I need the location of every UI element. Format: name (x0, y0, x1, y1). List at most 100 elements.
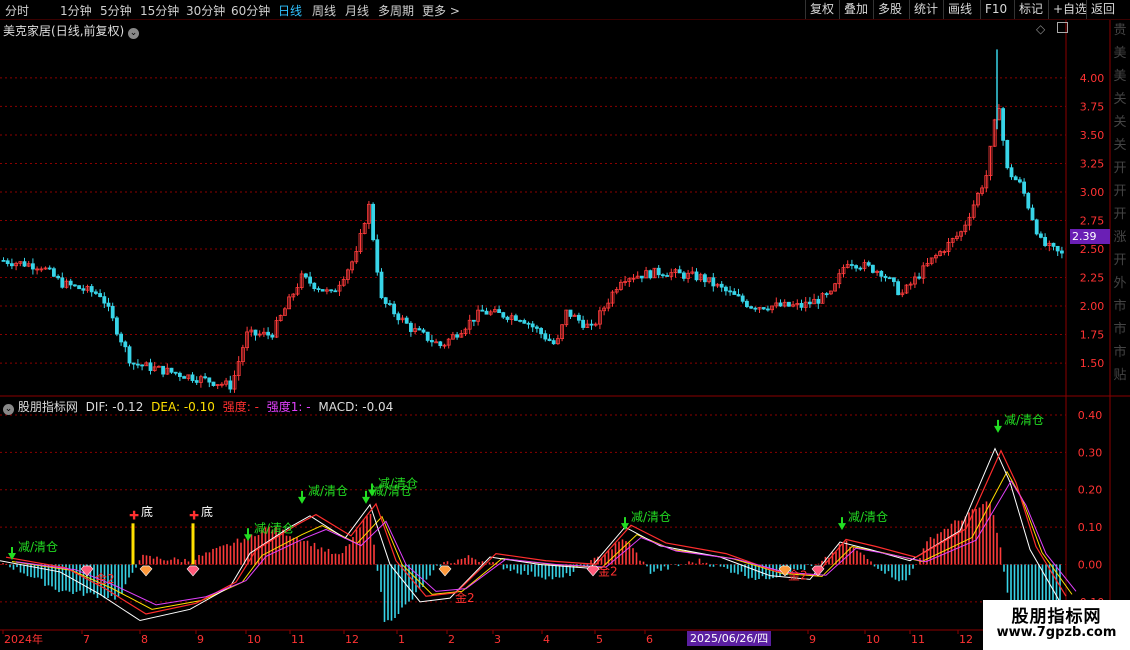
period-tab-multi[interactable]: 多周期 (378, 2, 414, 19)
chevron-down-icon[interactable]: ⌄ (3, 404, 14, 415)
candle (501, 312, 506, 318)
candle (194, 380, 199, 383)
gold-signal-label: 金2 (788, 567, 808, 582)
candle (858, 267, 863, 270)
candle (766, 308, 770, 311)
candle (434, 341, 439, 344)
candle (1009, 167, 1014, 178)
kline-chart[interactable]: 4.00 3.75 3.50 3.25 3.00 2.75 2.50 2.25 2.00 1.75… (0, 0, 1130, 650)
add-watchlist-button[interactable]: +自选 (1048, 0, 1091, 19)
candle (1039, 233, 1043, 238)
sell-signal-label: 减/清仓 (18, 540, 58, 554)
period-tab-30min[interactable]: 30分钟 (186, 2, 225, 19)
candle (535, 326, 539, 329)
candle (123, 341, 128, 348)
candle (728, 290, 732, 293)
candle (169, 367, 174, 373)
back-button[interactable]: 返回 (1086, 0, 1119, 19)
candle (732, 291, 737, 295)
period-tab-15min[interactable]: 15分钟 (140, 2, 179, 19)
candle (9, 263, 14, 267)
right-strip-glyph: 美 (1113, 69, 1126, 84)
period-tab-weekly[interactable]: 周线 (312, 2, 336, 19)
candle (787, 301, 791, 307)
chevron-down-icon[interactable]: ⌄ (128, 28, 140, 39)
time-tick-label: 12 (959, 633, 973, 646)
indicator-name: 股朋指标网 (17, 400, 78, 414)
period-tab-1min[interactable]: 1分钟 (60, 2, 92, 19)
candle (879, 270, 884, 277)
period-tab-60min[interactable]: 60分钟 (231, 2, 270, 19)
right-strip-glyph: 关 (1113, 138, 1126, 153)
candle (127, 346, 132, 364)
gold-signal-label: 金2 (455, 590, 475, 605)
period-tab-daily[interactable]: 日线 (278, 2, 302, 19)
candle (799, 303, 804, 308)
candle (577, 314, 581, 321)
price-tick-label: 4.00 (1080, 72, 1105, 85)
time-tick-label: 1 (398, 633, 405, 646)
dif-line (0, 447, 1061, 622)
diamond-icon[interactable]: ◇ (1036, 22, 1045, 36)
time-tick-label: 11 (291, 633, 305, 646)
candle (404, 317, 409, 324)
time-tick-label: 3 (494, 633, 501, 646)
candle (421, 329, 426, 333)
candle (135, 363, 140, 366)
multi-stock-button[interactable]: 多股 (873, 0, 906, 19)
candle (320, 289, 325, 292)
chevron-right-icon: > (449, 4, 460, 18)
gem-icon (438, 565, 452, 577)
candle (379, 271, 384, 299)
mark-button[interactable]: 标记 (1014, 0, 1047, 19)
draw-line-button[interactable]: 画线 (943, 0, 976, 19)
candle (60, 277, 65, 288)
candle (329, 289, 334, 292)
price-tick-label: 3.25 (1080, 157, 1105, 170)
candle (203, 376, 208, 379)
candle (1001, 108, 1005, 141)
statistics-button[interactable]: 统计 (909, 0, 942, 19)
sell-signal-label: 减/清仓 (848, 510, 888, 524)
candle (480, 309, 485, 312)
candle (266, 331, 271, 336)
restore-rights-button[interactable]: 复权 (805, 0, 838, 19)
period-tab-fenshi[interactable]: 分时 (5, 2, 29, 19)
window-restore-icon[interactable] (1057, 22, 1069, 33)
period-tab-more[interactable]: 更多 > (422, 2, 460, 19)
candle (871, 264, 875, 273)
candle (316, 288, 321, 291)
candle (98, 293, 102, 298)
candle (22, 261, 27, 267)
candle (1060, 250, 1064, 254)
bottom-signal-label: 底 (141, 504, 153, 519)
candle (808, 301, 812, 305)
candle (47, 267, 52, 270)
sell-signal-label: 减/清仓 (378, 476, 418, 490)
candle (883, 275, 888, 279)
candle (73, 284, 77, 287)
overlay-button[interactable]: 叠加 (839, 0, 872, 19)
period-tab-monthly[interactable]: 月线 (345, 2, 369, 19)
candle (392, 303, 397, 315)
indicator-tick-label: 0.20 (1078, 484, 1103, 497)
price-tick-label: 1.75 (1080, 329, 1105, 342)
period-tab-5min[interactable]: 5分钟 (100, 2, 132, 19)
candle (1043, 236, 1047, 246)
candle (526, 322, 531, 325)
candle (303, 273, 308, 278)
candle (589, 323, 594, 326)
sell-arrow-icon (838, 517, 846, 531)
candle (694, 271, 699, 281)
candle (753, 307, 758, 310)
stock-mode: (日线,前复权) (51, 24, 125, 38)
candle (824, 293, 829, 296)
indicator-tick-label: 0.00 (1078, 558, 1103, 571)
gold-signal-label: 金2 (95, 571, 115, 586)
candle (539, 328, 543, 335)
candle (68, 280, 73, 286)
f10-button[interactable]: F10 (980, 0, 1011, 19)
indicator-tick-label: 0.10 (1078, 521, 1103, 534)
sell-arrow-icon (994, 419, 1002, 433)
candle (854, 265, 858, 269)
